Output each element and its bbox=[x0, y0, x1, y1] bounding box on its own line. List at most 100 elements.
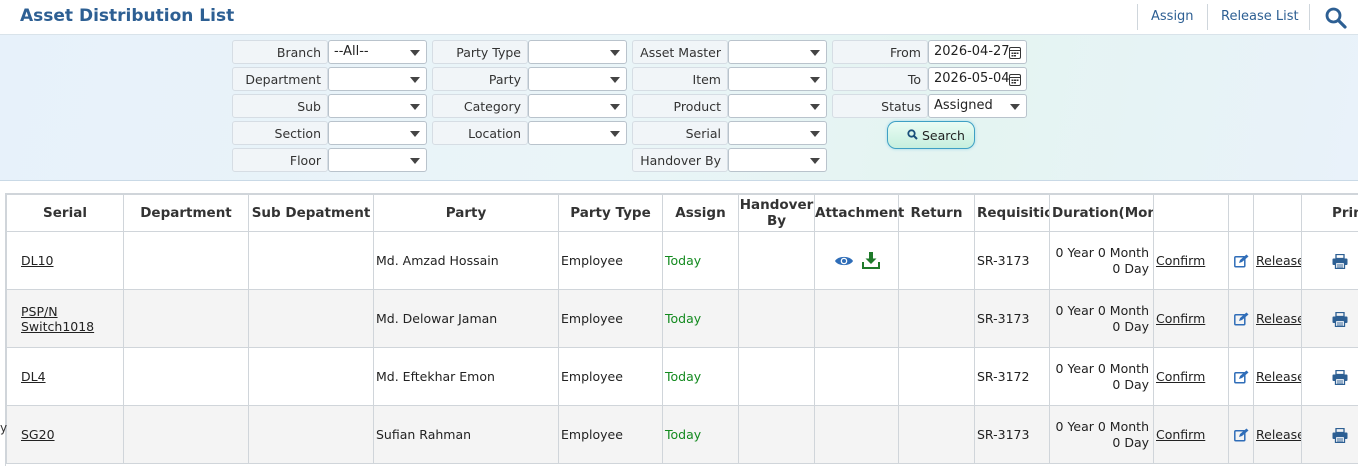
search-icon[interactable] bbox=[1324, 6, 1348, 30]
column-header-release bbox=[1253, 194, 1302, 232]
duration-line2: 0 Day bbox=[1112, 260, 1149, 276]
return-cell bbox=[898, 231, 975, 290]
party-label: Party bbox=[432, 67, 528, 91]
release-link[interactable]: Release bbox=[1256, 253, 1301, 268]
chevron-down-icon bbox=[810, 158, 820, 164]
to-label: To bbox=[832, 67, 928, 91]
return-cell bbox=[898, 347, 975, 406]
release-list-link[interactable]: Release List bbox=[1221, 9, 1299, 24]
print-cell bbox=[1301, 231, 1358, 290]
serial-link[interactable]: DL4 bbox=[21, 369, 46, 384]
printer-icon[interactable] bbox=[1332, 369, 1348, 385]
calendar-icon[interactable] bbox=[1009, 46, 1021, 59]
department-cell bbox=[123, 347, 249, 406]
requisition-cell: SR-3173 bbox=[974, 405, 1050, 464]
duration-line2: 0 Day bbox=[1112, 376, 1149, 392]
party-cell: Md. Eftekhar Emon bbox=[373, 347, 559, 406]
serial-link[interactable]: DL10 bbox=[21, 253, 54, 268]
department-select[interactable] bbox=[328, 67, 427, 91]
release-link[interactable]: Release bbox=[1256, 427, 1301, 442]
sub-select[interactable] bbox=[328, 94, 427, 118]
confirm-link[interactable]: Confirm bbox=[1156, 369, 1205, 384]
location-select[interactable] bbox=[528, 121, 627, 145]
attachment-cell bbox=[814, 347, 899, 406]
requisition-cell: SR-3173 bbox=[974, 289, 1050, 348]
asset-master-label: Asset Master bbox=[632, 40, 728, 64]
attachment-cell bbox=[814, 289, 899, 348]
release-link[interactable]: Release bbox=[1256, 311, 1301, 326]
chevron-down-icon bbox=[810, 131, 820, 137]
from-label: From bbox=[832, 40, 928, 64]
release-cell: Release bbox=[1253, 405, 1302, 464]
column-header-sub-department: Sub Depatment bbox=[248, 194, 374, 232]
duration-cell: 0 Year 0 Month 0 Day bbox=[1049, 231, 1154, 290]
confirm-link[interactable]: Confirm bbox=[1156, 311, 1205, 326]
confirm-link[interactable]: Confirm bbox=[1156, 253, 1205, 268]
party-type-label: Party Type bbox=[432, 40, 528, 64]
attachment-cell bbox=[814, 405, 899, 464]
edit-icon[interactable] bbox=[1233, 312, 1249, 326]
status-label: Status bbox=[832, 94, 928, 118]
serial-link[interactable]: SG20 bbox=[21, 427, 55, 442]
to-date-input[interactable]: 2026-05-04 bbox=[928, 67, 1027, 91]
serial-select[interactable] bbox=[728, 121, 827, 145]
printer-icon[interactable] bbox=[1332, 253, 1348, 269]
confirm-link[interactable]: Confirm bbox=[1156, 427, 1205, 442]
branch-select[interactable]: --All-- bbox=[328, 40, 427, 64]
requisition-cell: SR-3172 bbox=[974, 347, 1050, 406]
party-cell: Sufian Rahman bbox=[373, 405, 559, 464]
sub-department-cell bbox=[248, 405, 374, 464]
sub-department-cell bbox=[248, 347, 374, 406]
duration-line1: 0 Year 0 Month bbox=[1055, 244, 1149, 260]
serial-cell: SG20 bbox=[6, 405, 124, 464]
serial-link[interactable]: PSP/N Switch1018 bbox=[21, 304, 101, 334]
edit-icon[interactable] bbox=[1233, 254, 1249, 268]
assign-cell: Today bbox=[662, 405, 739, 464]
item-label: Item bbox=[632, 67, 728, 91]
print-cell bbox=[1301, 405, 1358, 464]
to-date-value: 2026-05-04 bbox=[934, 71, 1010, 86]
from-date-input[interactable]: 2026-04-27 bbox=[928, 40, 1027, 64]
sub-label: Sub bbox=[232, 94, 328, 118]
from-date-value: 2026-04-27 bbox=[934, 44, 1010, 59]
product-label: Product bbox=[632, 94, 728, 118]
branch-value: --All-- bbox=[334, 44, 369, 59]
assign-cell: Today bbox=[662, 289, 739, 348]
edit-icon[interactable] bbox=[1233, 428, 1249, 442]
party-type-select[interactable] bbox=[528, 40, 627, 64]
duration-line1: 0 Year 0 Month bbox=[1055, 418, 1149, 434]
table-row: DL4 Md. Eftekhar Emon Employee Today SR-3172… bbox=[6, 347, 1358, 406]
chevron-down-icon bbox=[410, 50, 420, 56]
status-select[interactable]: Assigned bbox=[928, 94, 1027, 118]
edit-icon[interactable] bbox=[1233, 370, 1249, 384]
table-row: SG20 Sufian Rahman Employee Today SR-3173 0 Y… bbox=[6, 405, 1358, 464]
return-cell bbox=[898, 405, 975, 464]
product-select[interactable] bbox=[728, 94, 827, 118]
column-header-party: Party bbox=[373, 194, 559, 232]
release-link[interactable]: Release bbox=[1256, 369, 1301, 384]
search-button-label: Search bbox=[922, 128, 965, 143]
printer-icon[interactable] bbox=[1332, 427, 1348, 443]
search-button[interactable]: Search bbox=[887, 121, 975, 149]
section-select[interactable] bbox=[328, 121, 427, 145]
printer-icon[interactable] bbox=[1332, 311, 1348, 327]
confirm-cell: Confirm bbox=[1153, 405, 1229, 464]
eye-icon[interactable] bbox=[834, 254, 854, 268]
handover-by-select[interactable] bbox=[728, 148, 827, 172]
category-select[interactable] bbox=[528, 94, 627, 118]
download-icon[interactable] bbox=[861, 252, 880, 269]
chevron-down-icon bbox=[610, 50, 620, 56]
asset-master-select[interactable] bbox=[728, 40, 827, 64]
item-select[interactable] bbox=[728, 67, 827, 91]
party-select[interactable] bbox=[528, 67, 627, 91]
handover-by-cell bbox=[738, 347, 815, 406]
assign-link[interactable]: Assign bbox=[1151, 9, 1194, 24]
calendar-icon[interactable] bbox=[1009, 73, 1021, 86]
serial-cell: PSP/N Switch1018 bbox=[6, 289, 124, 348]
floor-select[interactable] bbox=[328, 148, 427, 172]
print-cell bbox=[1301, 347, 1358, 406]
cut-off-text: y bbox=[0, 421, 8, 435]
column-header-duration: Duration(Mont bbox=[1049, 194, 1154, 232]
duration-cell: 0 Year 0 Month 0 Day bbox=[1049, 405, 1154, 464]
confirm-cell: Confirm bbox=[1153, 231, 1229, 290]
